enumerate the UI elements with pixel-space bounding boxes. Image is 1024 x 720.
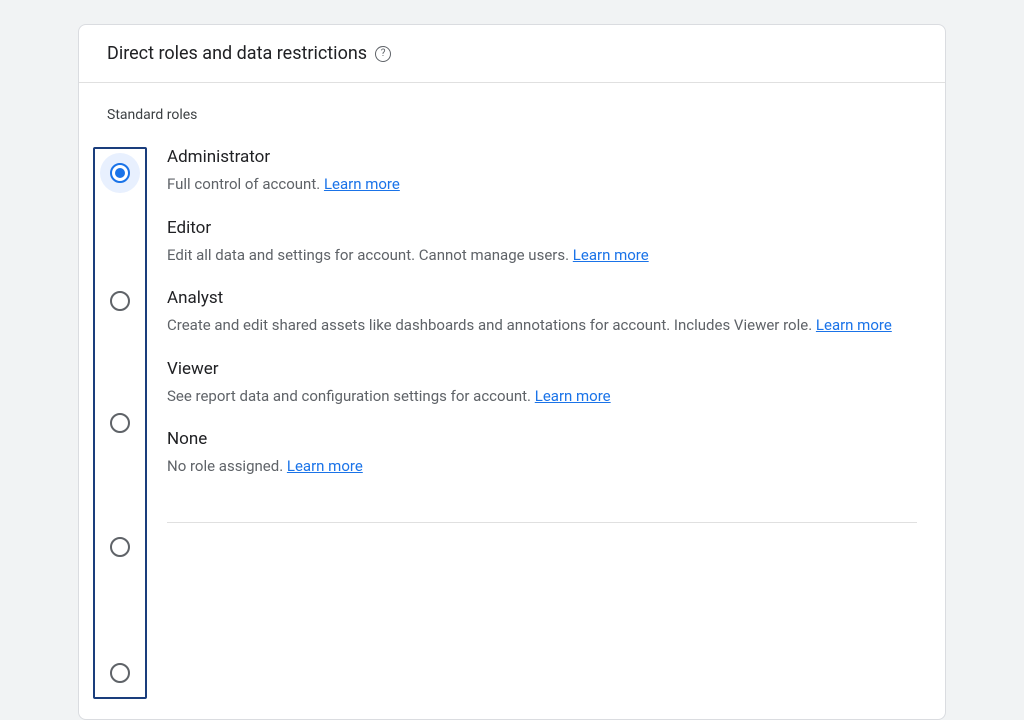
learn-more-link[interactable]: Learn more	[816, 316, 892, 334]
radio-viewer[interactable]	[110, 537, 130, 557]
role-administrator: Administrator Full control of account. L…	[167, 147, 917, 196]
role-title: Analyst	[167, 288, 917, 308]
learn-more-link[interactable]: Learn more	[324, 175, 400, 193]
radio-administrator[interactable]	[110, 163, 130, 183]
section-label: Standard roles	[107, 107, 917, 123]
role-desc: Create and edit shared assets like dashb…	[167, 314, 917, 337]
role-viewer: Viewer See report data and configuration…	[167, 359, 917, 408]
role-none: None No role assigned. Learn more	[167, 429, 917, 478]
card-title: Direct roles and data restrictions	[107, 43, 367, 64]
role-desc: Edit all data and settings for account. …	[167, 244, 917, 267]
learn-more-link[interactable]: Learn more	[535, 387, 611, 405]
role-title: Editor	[167, 218, 917, 238]
radio-column-highlight	[93, 147, 147, 699]
radio-editor[interactable]	[110, 291, 130, 311]
roles-labels: Administrator Full control of account. L…	[147, 147, 917, 699]
role-title: Administrator	[167, 147, 917, 167]
role-editor: Editor Edit all data and settings for ac…	[167, 218, 917, 267]
section-divider	[167, 522, 917, 523]
role-title: None	[167, 429, 917, 449]
role-desc: See report data and configuration settin…	[167, 385, 917, 408]
roles-group: Administrator Full control of account. L…	[107, 147, 917, 699]
role-desc: Full control of account. Learn more	[167, 173, 917, 196]
role-analyst: Analyst Create and edit shared assets li…	[167, 288, 917, 337]
card-body: Standard roles Administrator Full contro…	[79, 83, 945, 719]
role-desc: No role assigned. Learn more	[167, 455, 917, 478]
radio-none[interactable]	[110, 663, 130, 683]
learn-more-link[interactable]: Learn more	[573, 246, 649, 264]
help-icon[interactable]: ?	[375, 46, 391, 62]
learn-more-link[interactable]: Learn more	[287, 457, 363, 475]
role-title: Viewer	[167, 359, 917, 379]
card-header: Direct roles and data restrictions ?	[79, 25, 945, 83]
radio-analyst[interactable]	[110, 413, 130, 433]
roles-card: Direct roles and data restrictions ? Sta…	[78, 24, 946, 720]
